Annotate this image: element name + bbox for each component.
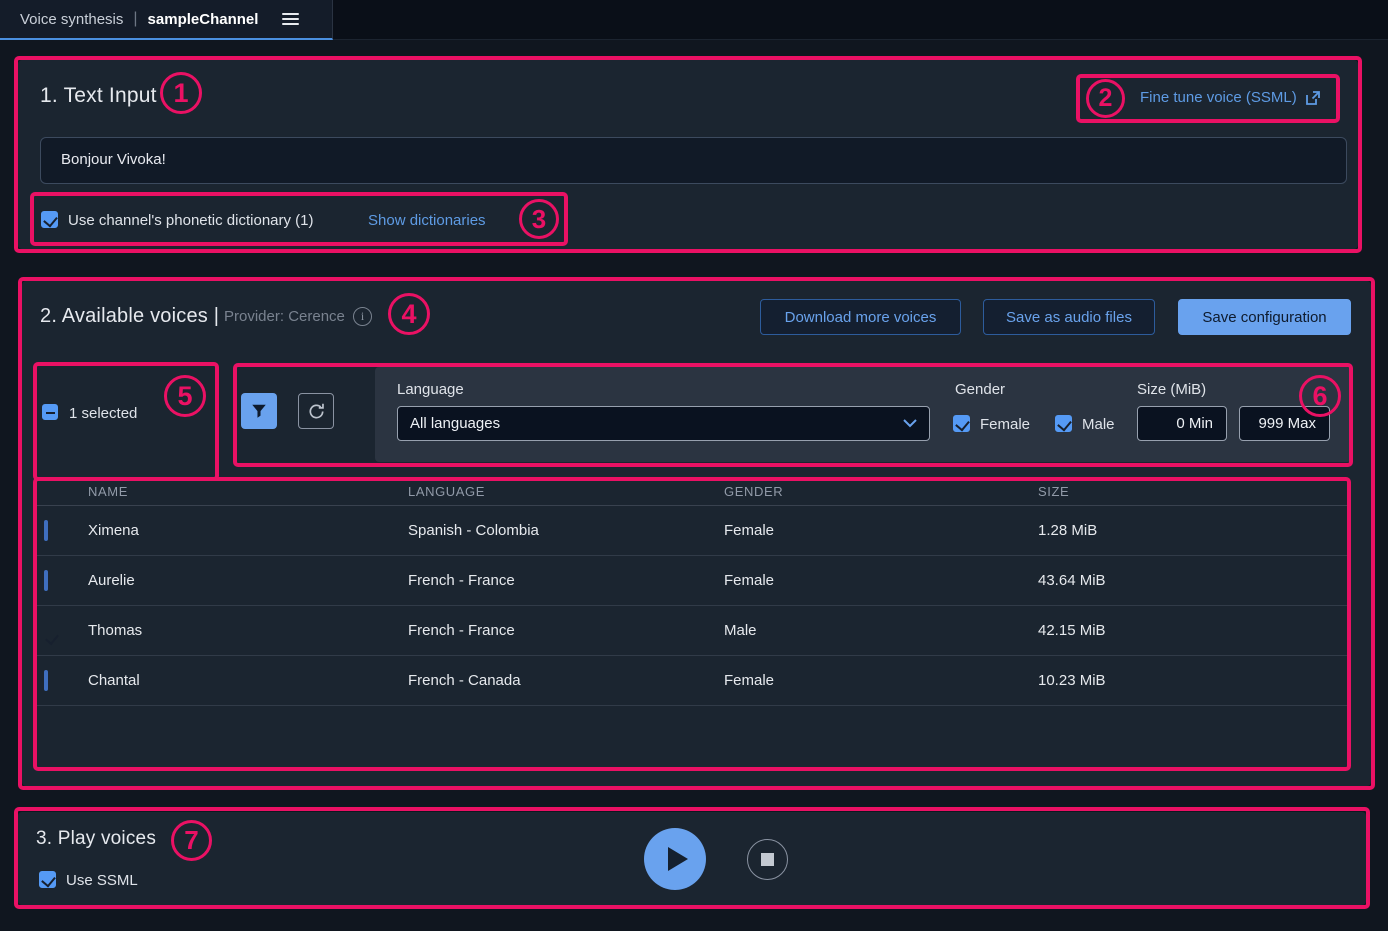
language-select-value: All languages xyxy=(410,415,500,432)
stop-icon xyxy=(761,853,774,866)
top-bar: Voice synthesis | sampleChannel xyxy=(0,0,1388,40)
voices-table-header: NAME LANGUAGE GENDER SIZE xyxy=(33,478,1351,506)
cell-name: Thomas xyxy=(88,622,408,639)
refresh-icon xyxy=(307,402,326,421)
male-label: Male xyxy=(1082,416,1115,433)
cell-gender: Female xyxy=(724,572,1038,589)
female-checkbox[interactable] xyxy=(953,415,970,432)
cell-language: French - France xyxy=(408,622,724,639)
cell-name: Chantal xyxy=(88,672,408,689)
hamburger-menu-icon[interactable] xyxy=(282,13,299,25)
cell-size: 1.28 MiB xyxy=(1038,522,1351,539)
col-header-name: NAME xyxy=(88,484,408,499)
language-filter-label: Language xyxy=(397,381,464,398)
external-link-icon xyxy=(1305,90,1321,106)
table-row-ximena[interactable]: Ximena Spanish - Colombia Female 1.28 Mi… xyxy=(33,506,1351,556)
col-header-gender: GENDER xyxy=(724,484,1038,499)
stop-button[interactable] xyxy=(747,839,788,880)
save-as-audio-files-button[interactable]: Save as audio files xyxy=(983,299,1155,335)
filter-panel: Language All languages Gender Female Mal… xyxy=(375,367,1351,462)
fine-tune-link-label: Fine tune voice (SSML) xyxy=(1140,89,1297,106)
cell-size: 42.15 MiB xyxy=(1038,622,1351,639)
play-voices-section: 3. Play voices Use SSML xyxy=(18,812,1366,905)
size-max-input[interactable]: 999 Max xyxy=(1239,406,1330,441)
filter-funnel-icon xyxy=(250,402,268,420)
download-more-voices-button[interactable]: Download more voices xyxy=(760,299,961,335)
female-label: Female xyxy=(980,416,1030,433)
selected-count: 1 selected xyxy=(69,405,137,422)
show-dictionaries-link[interactable]: Show dictionaries xyxy=(368,212,486,229)
phonetic-dictionary-label: Use channel's phonetic dictionary (1) xyxy=(68,212,314,229)
gender-filter-label: Gender xyxy=(955,381,1005,398)
col-header-language: LANGUAGE xyxy=(408,484,724,499)
save-configuration-button[interactable]: Save configuration xyxy=(1178,299,1351,335)
cell-size: 43.64 MiB xyxy=(1038,572,1351,589)
row-checkbox[interactable] xyxy=(44,570,48,591)
play-icon xyxy=(668,847,688,871)
channel-tab[interactable]: Voice synthesis | sampleChannel xyxy=(0,0,333,40)
cell-name: Ximena xyxy=(88,522,408,539)
size-filter-label: Size (MiB) xyxy=(1137,381,1206,398)
row-checkbox[interactable] xyxy=(44,520,48,541)
cell-language: Spanish - Colombia xyxy=(408,522,724,539)
table-row-thomas[interactable]: Thomas French - France Male 42.15 MiB xyxy=(33,606,1351,656)
provider-label: Provider: Cerence xyxy=(224,308,345,325)
row-checkbox[interactable] xyxy=(44,670,48,691)
use-ssml-checkbox[interactable] xyxy=(39,871,56,888)
table-row-aurelie[interactable]: Aurelie French - France Female 43.64 MiB xyxy=(33,556,1351,606)
app-window: Voice synthesis | sampleChannel 1. Text … xyxy=(0,0,1388,931)
fine-tune-voice-link[interactable]: Fine tune voice (SSML) xyxy=(1140,89,1297,107)
text-input-section: 1. Text Input Fine tune voice (SSML) Bon… xyxy=(18,60,1358,249)
refresh-button[interactable] xyxy=(298,393,334,429)
cell-language: French - Canada xyxy=(408,672,724,689)
text-input-field[interactable]: Bonjour Vivoka! xyxy=(40,137,1347,184)
cell-gender: Female xyxy=(724,672,1038,689)
language-select[interactable]: All languages xyxy=(397,406,930,441)
size-min-input[interactable]: 0 Min xyxy=(1137,406,1227,441)
channel-name: sampleChannel xyxy=(148,11,259,28)
filter-button[interactable] xyxy=(241,393,277,429)
table-row-chantal[interactable]: Chantal French - Canada Female 10.23 MiB xyxy=(33,656,1351,706)
phonetic-dictionary-checkbox[interactable] xyxy=(41,211,58,228)
cell-gender: Male xyxy=(724,622,1038,639)
voices-table: NAME LANGUAGE GENDER SIZE Ximena Spanish… xyxy=(33,478,1351,706)
section2-title: 2. Available voices | xyxy=(40,305,219,328)
cell-name: Aurelie xyxy=(88,572,408,589)
app-title: Voice synthesis xyxy=(20,11,123,28)
section3-title: 3. Play voices xyxy=(36,828,156,850)
select-all-checkbox[interactable] xyxy=(42,404,58,420)
use-ssml-label: Use SSML xyxy=(66,872,138,889)
male-checkbox[interactable] xyxy=(1055,415,1072,432)
cell-size: 10.23 MiB xyxy=(1038,672,1351,689)
chevron-down-icon xyxy=(903,419,917,428)
info-icon[interactable]: i xyxy=(353,307,372,326)
play-button[interactable] xyxy=(644,828,706,890)
cell-gender: Female xyxy=(724,522,1038,539)
tab-separator: | xyxy=(133,10,137,28)
col-header-size: SIZE xyxy=(1038,484,1351,499)
section1-title: 1. Text Input xyxy=(40,84,157,108)
cell-language: French - France xyxy=(408,572,724,589)
